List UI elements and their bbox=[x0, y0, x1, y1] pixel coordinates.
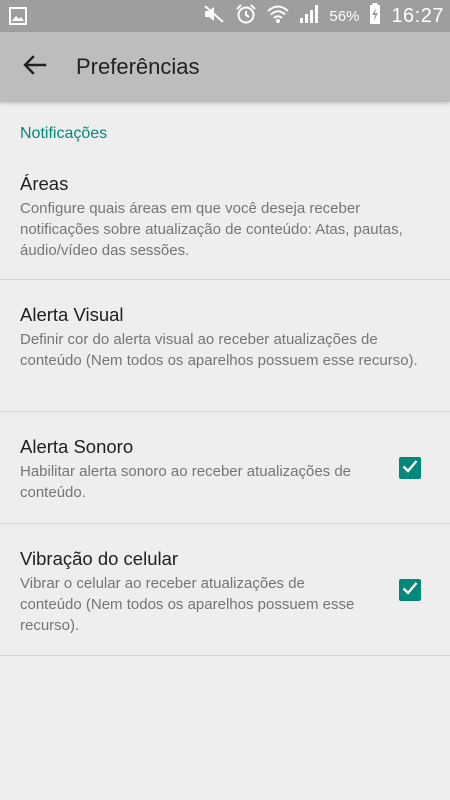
preference-alerta-visual[interactable]: Alerta Visual Definir cor do alerta visu… bbox=[0, 280, 450, 412]
preference-title: Vibração do celular bbox=[20, 548, 179, 569]
back-button[interactable] bbox=[18, 52, 52, 82]
vibracao-celular-checkbox[interactable] bbox=[399, 579, 421, 601]
image-icon bbox=[9, 7, 27, 25]
preference-title: Áreas bbox=[20, 173, 69, 194]
preference-summary: Vibrar o celular ao receber atualizações… bbox=[20, 575, 355, 634]
checkmark-icon bbox=[402, 581, 418, 600]
battery-percent: 56% bbox=[329, 7, 360, 25]
preference-vibracao-celular[interactable]: Vibração do celular Vibrar o celular ao … bbox=[0, 524, 450, 656]
preference-summary: Definir cor do alerta visual ao receber … bbox=[20, 331, 418, 369]
status-clock: 16:27 bbox=[391, 4, 444, 27]
app-bar: Preferências bbox=[0, 32, 450, 102]
alerta-sonoro-checkbox[interactable] bbox=[399, 457, 421, 479]
preference-title: Alerta Visual bbox=[20, 304, 124, 325]
status-bar: 56% 16:27 bbox=[0, 0, 450, 32]
category-header-notificacoes: Notificações bbox=[20, 125, 108, 142]
arrow-back-icon bbox=[23, 54, 47, 80]
checkmark-icon bbox=[402, 459, 418, 478]
battery-charging-icon bbox=[369, 2, 381, 30]
preference-summary: Habilitar alerta sonoro ao receber atual… bbox=[20, 463, 352, 501]
preference-areas[interactable]: Áreas Configure quais áreas em que você … bbox=[0, 160, 450, 280]
mute-icon bbox=[203, 4, 225, 29]
preference-summary: Configure quais áreas em que você deseja… bbox=[20, 200, 403, 259]
wifi-icon bbox=[267, 4, 290, 29]
preference-title: Alerta Sonoro bbox=[20, 436, 134, 457]
signal-icon bbox=[299, 4, 319, 29]
alarm-icon bbox=[235, 3, 257, 30]
page-title: Preferências bbox=[76, 54, 200, 79]
preference-alerta-sonoro[interactable]: Alerta Sonoro Habilitar alerta sonoro ao… bbox=[0, 412, 450, 524]
